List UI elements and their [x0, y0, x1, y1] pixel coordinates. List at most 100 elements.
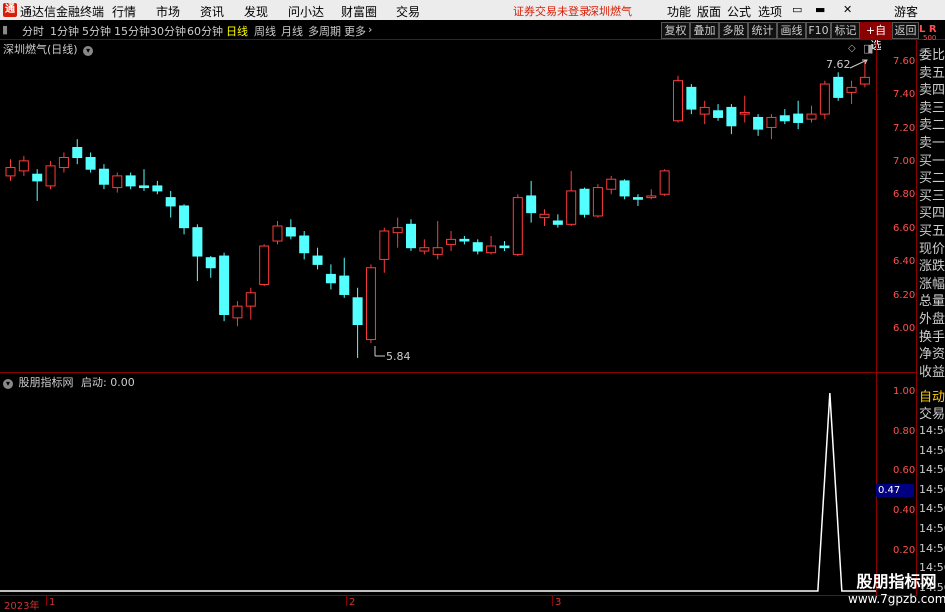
candle[interactable]: [713, 104, 724, 121]
candle[interactable]: [726, 104, 737, 135]
candle[interactable]: [419, 239, 430, 255]
candle[interactable]: [379, 227, 390, 273]
f10-button[interactable]: F10: [806, 22, 831, 39]
restore-icon[interactable]: ▬: [815, 3, 825, 16]
candle[interactable]: [179, 204, 190, 235]
tab-30min[interactable]: 30分钟: [150, 23, 186, 39]
draw-line-button[interactable]: 画线: [777, 22, 806, 39]
menu-hangqing[interactable]: 行情: [112, 3, 136, 20]
candle[interactable]: [512, 194, 523, 257]
quote-label[interactable]: 卖一: [919, 132, 945, 151]
candle[interactable]: [753, 114, 764, 136]
candle[interactable]: [312, 247, 323, 270]
candle[interactable]: [352, 287, 363, 358]
menu-wenxiaoda[interactable]: 问小达: [288, 3, 324, 20]
add-watchlist-button[interactable]: +自选: [860, 22, 892, 52]
menu-jiaoyi[interactable]: 交易: [396, 3, 420, 20]
candle[interactable]: [606, 175, 617, 195]
candle[interactable]: [365, 264, 376, 343]
statistics-button[interactable]: 统计: [748, 22, 777, 39]
quote-label[interactable]: 卖二: [919, 114, 945, 133]
candle[interactable]: [45, 160, 56, 190]
quote-label[interactable]: 买五: [919, 220, 945, 239]
candle[interactable]: [739, 95, 750, 123]
candle[interactable]: [339, 257, 350, 298]
menu-gongneng[interactable]: 功能: [667, 3, 691, 20]
candle[interactable]: [833, 72, 844, 101]
close-icon[interactable]: ✕: [843, 3, 852, 16]
indicator-chart[interactable]: [0, 373, 876, 595]
fuquan-button[interactable]: 复权: [661, 22, 690, 39]
candle[interactable]: [459, 236, 470, 245]
tab-multi-period[interactable]: 多周期: [308, 23, 341, 39]
quote-label[interactable]: 外盘: [919, 308, 945, 327]
candle[interactable]: [766, 114, 777, 140]
candle[interactable]: [673, 75, 683, 123]
candle[interactable]: [846, 80, 857, 105]
candle[interactable]: [806, 105, 817, 123]
candle[interactable]: [566, 170, 577, 226]
candle[interactable]: [299, 231, 310, 260]
more-chevron-icon[interactable]: ›: [368, 23, 372, 36]
candle[interactable]: [486, 236, 497, 255]
quote-label[interactable]: 总量: [919, 290, 945, 309]
candle[interactable]: [205, 256, 216, 278]
current-stock-link[interactable]: 深圳燃气: [588, 3, 632, 19]
candle[interactable]: [32, 169, 43, 201]
quote-label[interactable]: 卖五: [919, 62, 945, 81]
candle[interactable]: [18, 155, 29, 176]
candle[interactable]: [5, 159, 16, 181]
candle[interactable]: [579, 187, 590, 218]
back-button[interactable]: 返回: [892, 22, 919, 39]
candle[interactable]: [619, 179, 630, 200]
candle[interactable]: [192, 224, 203, 282]
candle[interactable]: [699, 100, 710, 125]
tab-fenshi[interactable]: 分时: [22, 23, 44, 39]
quote-label[interactable]: 换手: [919, 326, 945, 345]
candle[interactable]: [259, 244, 270, 287]
candle[interactable]: [72, 139, 83, 165]
quote-label[interactable]: 涨幅: [919, 273, 945, 292]
candle[interactable]: [219, 252, 230, 322]
candle[interactable]: [165, 190, 176, 218]
quote-label[interactable]: 买二: [919, 167, 945, 186]
candle[interactable]: [793, 100, 804, 130]
candle[interactable]: [232, 301, 243, 327]
toolbar-left-arrow-icon[interactable]: ▮: [2, 23, 8, 36]
candle[interactable]: [646, 189, 657, 200]
menu-xuanxiang[interactable]: 选项: [758, 3, 782, 20]
tab-daily[interactable]: 日线: [226, 23, 248, 39]
minimize-icon[interactable]: ▭: [792, 3, 802, 16]
quote-label[interactable]: 卖三: [919, 97, 945, 116]
tab-1min[interactable]: 1分钟: [50, 23, 79, 39]
candle[interactable]: [85, 152, 96, 173]
guest-user[interactable]: 游客: [894, 3, 918, 20]
overlay-button[interactable]: 叠加: [690, 22, 719, 39]
candle[interactable]: [245, 287, 256, 320]
candle[interactable]: [272, 220, 283, 245]
tab-60min[interactable]: 60分钟: [187, 23, 223, 39]
candle[interactable]: [325, 264, 336, 290]
quote-label[interactable]: 涨跌: [919, 255, 945, 274]
mark-button[interactable]: 标记: [831, 22, 860, 39]
tab-5min[interactable]: 5分钟: [82, 23, 111, 39]
candle[interactable]: [632, 194, 643, 206]
candle[interactable]: [779, 109, 790, 125]
candle[interactable]: [526, 180, 537, 223]
candle[interactable]: [125, 172, 136, 190]
candlestick-chart[interactable]: [0, 40, 876, 372]
tab-monthly[interactable]: 月线: [281, 23, 303, 39]
menu-caifuquan[interactable]: 财富圈: [341, 3, 377, 20]
candle[interactable]: [446, 231, 457, 252]
candle[interactable]: [392, 217, 403, 248]
tab-more[interactable]: 更多: [344, 23, 366, 39]
quote-label[interactable]: 买四: [919, 202, 945, 221]
candle[interactable]: [686, 84, 697, 115]
candle[interactable]: [592, 184, 603, 218]
quote-label[interactable]: 买一: [919, 150, 945, 169]
candle[interactable]: [406, 219, 416, 252]
candle[interactable]: [112, 172, 123, 193]
candle[interactable]: [285, 219, 296, 240]
trade-label[interactable]: 交易: [919, 403, 945, 422]
candle[interactable]: [98, 164, 109, 190]
